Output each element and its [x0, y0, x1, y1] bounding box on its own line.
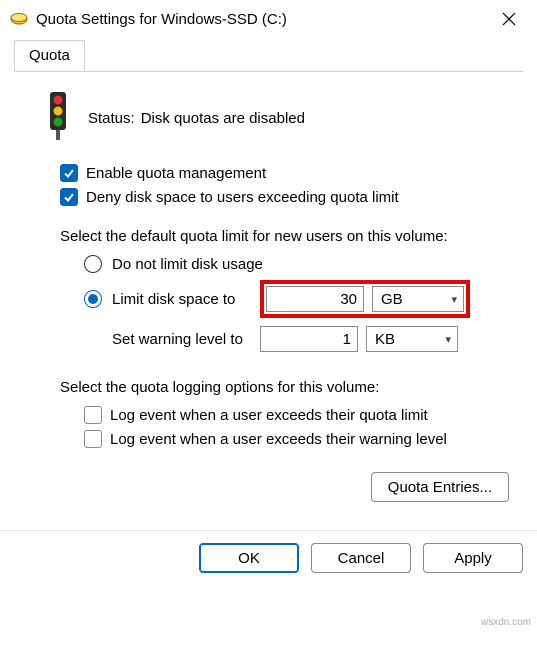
close-icon: [502, 12, 516, 26]
close-button[interactable]: [489, 4, 529, 34]
watermark: wsxdn.com: [481, 617, 531, 628]
checkmark-icon: [63, 191, 75, 203]
no-limit-label: Do not limit disk usage: [112, 256, 263, 273]
window-title: Quota Settings for Windows-SSD (C:): [36, 11, 489, 28]
chevron-down-icon: ▾: [445, 333, 451, 346]
warn-unit-value: KB: [375, 331, 395, 348]
quota-entries-button[interactable]: Quota Entries...: [371, 472, 509, 502]
warn-value-input[interactable]: [260, 326, 358, 352]
no-limit-radio[interactable]: [84, 255, 102, 273]
default-limit-heading: Select the default quota limit for new u…: [60, 228, 515, 245]
button-bar: OK Cancel Apply: [0, 530, 537, 587]
deny-space-label: Deny disk space to users exceeding quota…: [86, 189, 399, 206]
tab-quota[interactable]: Quota: [14, 40, 85, 71]
enable-quota-label: Enable quota management: [86, 165, 266, 182]
log-warn-label: Log event when a user exceeds their warn…: [110, 431, 447, 448]
log-warn-checkbox[interactable]: [84, 430, 102, 448]
limit-label: Limit disk space to: [112, 291, 252, 308]
log-quota-checkbox[interactable]: [84, 406, 102, 424]
warn-unit-select[interactable]: KB ▾: [366, 326, 458, 352]
chevron-down-icon: ▾: [451, 293, 457, 306]
disk-icon: [10, 10, 28, 28]
status-text: Disk quotas are disabled: [141, 110, 305, 127]
limit-unit-select[interactable]: GB ▾: [372, 286, 464, 312]
logging-heading: Select the quota logging options for thi…: [60, 379, 515, 396]
title-bar: Quota Settings for Windows-SSD (C:): [0, 0, 537, 38]
limit-value-input[interactable]: [266, 286, 364, 312]
limit-unit-value: GB: [381, 291, 403, 308]
deny-space-checkbox[interactable]: [60, 188, 78, 206]
ok-button[interactable]: OK: [199, 543, 299, 573]
limit-radio[interactable]: [84, 290, 102, 308]
highlight-box: GB ▾: [260, 280, 470, 318]
cancel-button[interactable]: Cancel: [311, 543, 411, 573]
traffic-light-icon: [42, 90, 74, 146]
log-quota-label: Log event when a user exceeds their quot…: [110, 407, 428, 424]
warn-label: Set warning level to: [84, 331, 252, 348]
tab-strip: Quota: [14, 40, 523, 72]
checkmark-icon: [63, 167, 75, 179]
enable-quota-checkbox[interactable]: [60, 164, 78, 182]
apply-button[interactable]: Apply: [423, 543, 523, 573]
status-label: Status:: [88, 110, 135, 127]
